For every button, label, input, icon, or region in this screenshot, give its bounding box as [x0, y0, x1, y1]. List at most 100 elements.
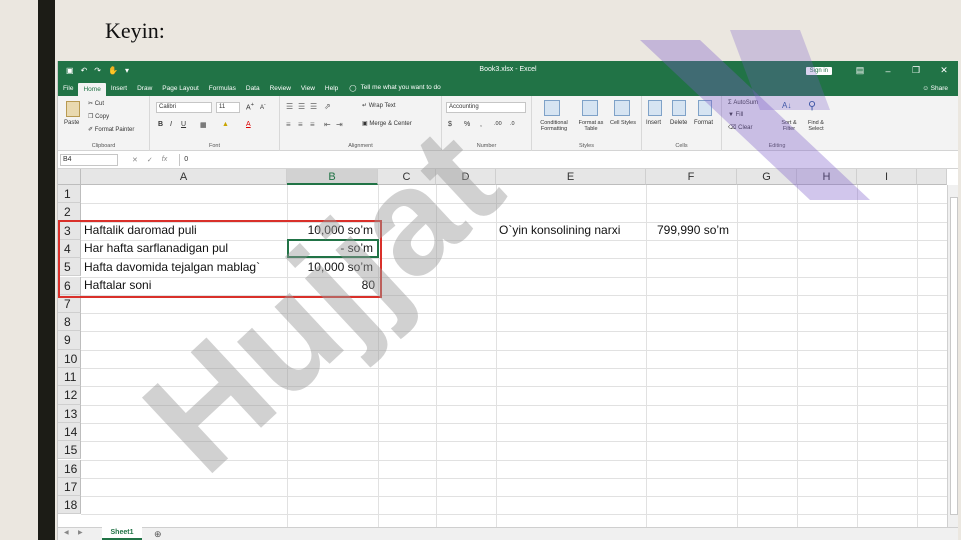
touch-mode-icon[interactable]: ✋: [108, 66, 118, 75]
cancel-icon[interactable]: ✕: [132, 156, 138, 164]
insert-cells-button[interactable]: Insert: [646, 120, 661, 126]
cell-e3[interactable]: O`yin konsolining narxi: [499, 221, 620, 239]
insert-cells-icon[interactable]: [648, 100, 662, 116]
row-header-13[interactable]: 13: [58, 404, 81, 423]
align-middle-icon[interactable]: ☰: [298, 102, 305, 111]
column-header-j[interactable]: [917, 169, 947, 185]
align-bottom-icon[interactable]: ☰: [310, 102, 317, 111]
minimize-button[interactable]: –: [874, 66, 902, 76]
column-header-d[interactable]: D: [436, 169, 496, 185]
font-size-select[interactable]: 11: [216, 102, 240, 113]
increase-decimal-icon[interactable]: .00: [494, 121, 502, 127]
tab-help[interactable]: Help: [320, 85, 343, 96]
clear-button[interactable]: ⌫ Clear: [728, 124, 753, 131]
italic-button[interactable]: I: [170, 121, 172, 128]
column-header-e[interactable]: E: [496, 169, 646, 185]
formula-input[interactable]: 0: [179, 153, 958, 166]
tab-view[interactable]: View: [296, 85, 320, 96]
row-header-17[interactable]: 17: [58, 477, 81, 497]
row-header-14[interactable]: 14: [58, 422, 81, 442]
align-center-icon[interactable]: ≡: [298, 120, 303, 129]
row-header-10[interactable]: 10: [58, 349, 81, 368]
delete-cells-button[interactable]: Delete: [670, 120, 687, 126]
tab-insert[interactable]: Insert: [106, 85, 132, 96]
tab-home[interactable]: Home: [78, 83, 106, 96]
number-format-select[interactable]: Accounting: [446, 102, 526, 113]
tab-formulas[interactable]: Formulas: [204, 85, 241, 96]
wrap-text-button[interactable]: ↵ Wrap Text: [362, 102, 396, 109]
fill-button[interactable]: ▼ Fill: [728, 112, 743, 118]
tab-page-layout[interactable]: Page Layout: [157, 85, 204, 96]
column-header-f[interactable]: F: [646, 169, 737, 185]
font-name-select[interactable]: Calibri: [156, 102, 212, 113]
cut-button[interactable]: ✂ Cut: [88, 100, 104, 107]
row-header-18[interactable]: 18: [58, 496, 81, 515]
column-header-g[interactable]: G: [737, 169, 797, 185]
enter-icon[interactable]: ✓: [147, 156, 153, 164]
underline-button[interactable]: U: [181, 121, 186, 128]
format-table-icon[interactable]: [582, 100, 598, 116]
fill-color-icon[interactable]: ▲: [222, 121, 229, 128]
cell-styles-button[interactable]: Cell Styles: [610, 120, 636, 126]
autosum-button[interactable]: Σ AutoSum: [728, 100, 758, 106]
tab-review[interactable]: Review: [265, 85, 296, 96]
new-sheet-icon[interactable]: ⊕: [154, 528, 162, 540]
tab-file[interactable]: File: [58, 85, 78, 96]
shrink-font-button[interactable]: A-: [260, 102, 266, 111]
sort-filter-icon[interactable]: A↓: [782, 101, 791, 110]
tab-data[interactable]: Data: [241, 85, 265, 96]
decrease-decimal-icon[interactable]: .0: [510, 121, 515, 127]
worksheet-grid[interactable]: A B C D E F G H I 1 2 3 4 5 6 7 8 9 10 11 12 13 14 15 1…: [58, 169, 958, 540]
conditional-formatting-button[interactable]: Conditional Formatting: [534, 120, 574, 132]
delete-cells-icon[interactable]: [672, 100, 686, 116]
row-header-15[interactable]: 15: [58, 441, 81, 460]
conditional-formatting-icon[interactable]: [544, 100, 560, 116]
align-left-icon[interactable]: ≡: [286, 120, 291, 129]
grow-font-button[interactable]: A+: [246, 102, 254, 111]
sign-in-button[interactable]: Sign in: [805, 66, 832, 75]
align-top-icon[interactable]: ☰: [286, 102, 293, 111]
scroll-thumb[interactable]: [950, 197, 958, 515]
column-header-a[interactable]: A: [81, 169, 287, 185]
format-cells-icon[interactable]: [698, 100, 712, 116]
close-button[interactable]: ✕: [930, 65, 958, 76]
column-header-c[interactable]: C: [378, 169, 436, 185]
comma-icon[interactable]: ,: [480, 121, 482, 128]
share-button[interactable]: ☺ Share: [922, 85, 948, 92]
save-icon[interactable]: ▣: [66, 66, 74, 75]
percent-icon[interactable]: %: [464, 121, 470, 128]
sort-filter-button[interactable]: Sort & Filter: [776, 120, 802, 132]
select-all-corner[interactable]: [58, 169, 81, 185]
sheet-nav-next-icon[interactable]: ▶: [78, 529, 83, 536]
redo-icon[interactable]: ↷: [94, 66, 101, 75]
paste-button[interactable]: Paste: [64, 120, 79, 126]
column-header-b[interactable]: B: [287, 169, 378, 185]
tab-draw[interactable]: Draw: [132, 85, 157, 96]
column-header-h[interactable]: H: [797, 169, 857, 185]
increase-indent-icon[interactable]: ⇥: [336, 120, 343, 129]
copy-button[interactable]: ❐ Copy: [88, 113, 109, 120]
paste-icon[interactable]: [66, 101, 80, 117]
column-header-i[interactable]: I: [857, 169, 917, 185]
sheet-tab-sheet1[interactable]: Sheet1: [102, 527, 142, 540]
tell-me-box[interactable]: ◯ Tell me what you want to do: [343, 84, 447, 96]
vertical-scrollbar[interactable]: [947, 185, 958, 540]
format-table-button[interactable]: Format as Table: [574, 120, 608, 132]
restore-button[interactable]: ❐: [902, 65, 930, 76]
format-cells-button[interactable]: Format: [694, 120, 713, 126]
cell-styles-icon[interactable]: [614, 100, 630, 116]
row-header-8[interactable]: 8: [58, 313, 81, 332]
row-header-11[interactable]: 11: [58, 368, 81, 387]
customize-qat-icon[interactable]: ▾: [125, 66, 129, 75]
bold-button[interactable]: B: [158, 121, 163, 128]
decrease-indent-icon[interactable]: ⇤: [324, 120, 331, 129]
currency-icon[interactable]: $: [448, 121, 452, 128]
merge-center-button[interactable]: ▣ Merge & Center: [362, 120, 412, 127]
cell-f3[interactable]: 799,990 so’m: [657, 221, 729, 239]
font-color-icon[interactable]: A: [246, 121, 251, 128]
format-painter-button[interactable]: ✐ Format Painter: [88, 126, 134, 133]
find-select-button[interactable]: Find & Select: [802, 120, 830, 132]
row-header-9[interactable]: 9: [58, 331, 81, 350]
borders-icon[interactable]: ▦: [200, 121, 207, 129]
row-header-16[interactable]: 16: [58, 459, 81, 478]
